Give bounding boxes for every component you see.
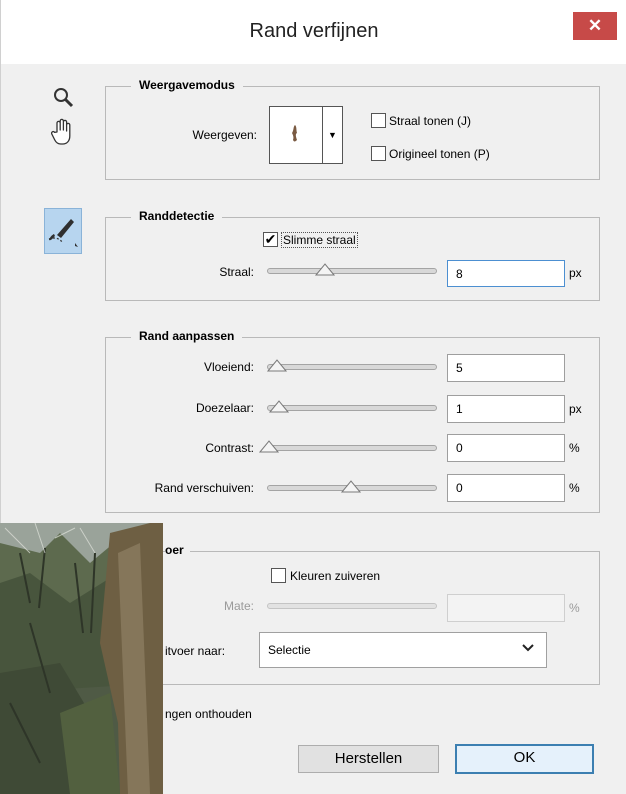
smart-radius-label: Slimme straal [281, 232, 358, 248]
zoom-icon [54, 88, 74, 108]
refine-radius-tool[interactable] [44, 208, 82, 254]
edge-detection-group [105, 217, 600, 301]
refine-radius-brush-icon [48, 219, 78, 247]
dialog-title: Rand verfijnen [249, 20, 379, 42]
smart-radius-checkbox[interactable]: ✔ [263, 232, 278, 247]
smooth-label: Vloeiend: [203, 360, 254, 374]
hand-tool[interactable] [50, 118, 75, 151]
show-original-checkbox[interactable] [371, 146, 386, 161]
output-legend: oer [165, 543, 190, 557]
show-radius-checkbox[interactable] [371, 113, 386, 128]
show-radius-label: Straal tonen (J) [389, 114, 472, 128]
output-to-value: Selectie [268, 643, 311, 657]
dropdown-arrow-icon: ▼ [328, 130, 337, 140]
amount-input[interactable] [447, 594, 565, 622]
adjust-edge-legend: Rand aanpassen [131, 329, 243, 343]
smooth-slider-track[interactable] [267, 364, 437, 370]
contrast-label: Contrast: [205, 441, 254, 455]
feather-slider-thumb[interactable] [269, 399, 289, 413]
title-bar: Rand verfijnen ✕ [1, 0, 626, 64]
close-icon: ✕ [587, 16, 603, 35]
output-to-label: itvoer naar: [165, 644, 226, 658]
hand-icon [50, 118, 71, 145]
contrast-slider-track[interactable] [267, 445, 437, 451]
radius-label: Straal: [219, 265, 254, 279]
view-label: Weergeven: [192, 128, 257, 142]
shift-edge-unit: % [569, 481, 580, 495]
radius-slider-thumb[interactable] [315, 262, 335, 276]
edge-detection-legend: Randdetectie [131, 209, 223, 223]
show-original-label: Origineel tonen (P) [389, 147, 490, 161]
feather-input[interactable]: 1 [447, 395, 565, 423]
preview-thumbnail-icon [292, 125, 297, 142]
contrast-unit: % [569, 441, 580, 455]
radius-unit: px [569, 266, 582, 280]
smooth-slider-thumb[interactable] [267, 358, 287, 372]
background-photo [0, 523, 163, 794]
radius-input[interactable]: 8 [447, 260, 565, 287]
chevron-down-icon [522, 642, 534, 656]
view-mode-preview[interactable] [269, 106, 323, 164]
contrast-slider-thumb[interactable] [259, 439, 279, 453]
close-button[interactable]: ✕ [573, 12, 617, 40]
contrast-input[interactable]: 0 [447, 434, 565, 462]
feather-unit: px [569, 402, 582, 416]
decontaminate-checkbox[interactable] [271, 568, 286, 583]
view-mode-legend: Weergavemodus [131, 78, 243, 92]
amount-unit: % [569, 601, 580, 615]
amount-label: Mate: [223, 599, 254, 613]
feather-label: Doezelaar: [195, 401, 254, 415]
smooth-input[interactable]: 5 [447, 354, 565, 382]
output-to-select[interactable]: Selectie [259, 632, 547, 668]
amount-slider-track[interactable] [267, 603, 437, 609]
checkmark-icon: ✔ [264, 231, 277, 247]
feather-slider-track[interactable] [267, 405, 437, 411]
ok-button[interactable]: OK [455, 744, 594, 774]
remember-settings-label: ngen onthouden [165, 707, 252, 721]
shift-edge-input[interactable]: 0 [447, 474, 565, 502]
decontaminate-label: Kleuren zuiveren [290, 569, 381, 583]
reset-button[interactable]: Herstellen [298, 745, 439, 773]
view-mode-dropdown[interactable]: ▼ [323, 106, 343, 164]
shift-edge-label: Rand verschuiven: [154, 481, 254, 495]
radius-slider-track[interactable] [267, 268, 437, 274]
zoom-tool[interactable] [53, 87, 75, 114]
shift-edge-slider-thumb[interactable] [341, 479, 361, 493]
